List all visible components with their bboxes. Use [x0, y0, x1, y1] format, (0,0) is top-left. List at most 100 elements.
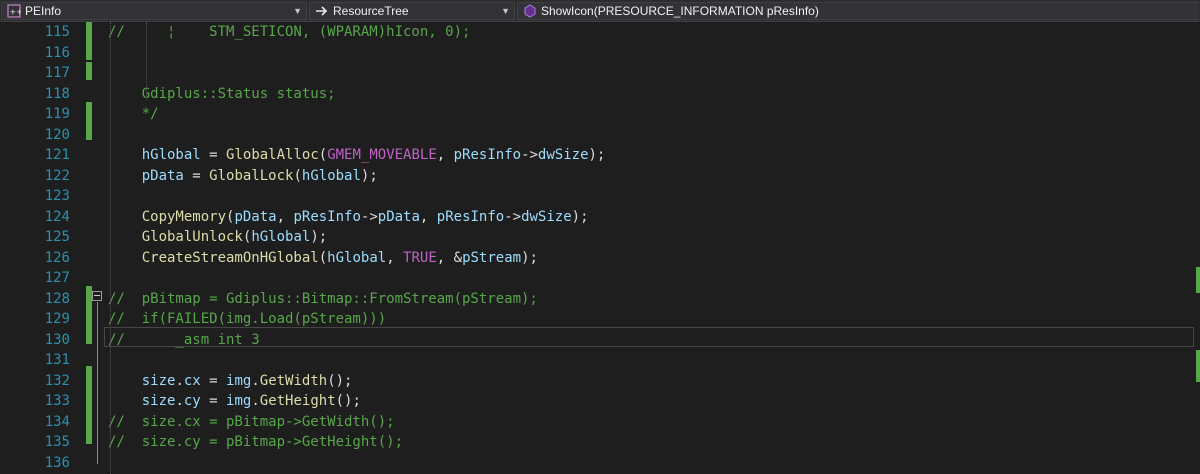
code-token: pData: [141, 168, 184, 184]
code-token: Gdiplus::Status status;: [108, 86, 336, 102]
scope-name: ResourceTree: [333, 4, 409, 18]
line-number: 124: [44, 209, 70, 225]
code-token: img: [226, 373, 252, 389]
code-line[interactable]: GlobalUnlock(hGlobal);: [108, 227, 327, 247]
code-line[interactable]: // size.cy = pBitmap->GetHeight();: [108, 432, 403, 452]
code-token: img: [226, 393, 252, 409]
code-token: (: [293, 168, 302, 184]
change-bar: [86, 62, 92, 80]
member-dropdown[interactable]: ShowIcon(PRESOURCE_INFORMATION pResInfo): [517, 2, 1199, 20]
chevron-down-icon: ▼: [293, 6, 302, 16]
code-token: ,: [419, 209, 437, 225]
code-token: cy: [183, 393, 201, 409]
code-token: GMEM_MOVEABLE: [327, 147, 437, 163]
code-token: // ¦ STM_SETICON, (WPARAM)hIcon, 0);: [108, 24, 471, 40]
code-token: TRUE: [403, 250, 437, 266]
code-token: pResInfo: [293, 209, 361, 225]
code-token: );: [588, 147, 606, 163]
line-number: 128: [44, 291, 70, 307]
code-token: =: [200, 373, 227, 389]
code-line[interactable]: // if(FAILED(img.Load(pStream))): [108, 309, 386, 329]
line-number: 136: [44, 455, 70, 471]
code-token: GlobalAlloc: [226, 147, 319, 163]
project-dropdown[interactable]: ++ PEInfo ▼: [1, 2, 307, 20]
code-editor[interactable]: 115 116 117 118 119 120 121 122 123 124 125 126 127 1…: [0, 22, 1200, 474]
svg-text:++: ++: [10, 8, 22, 17]
project-name: PEInfo: [25, 4, 62, 18]
code-token: GlobalLock: [209, 168, 294, 184]
code-line[interactable]: CopyMemory(pData, pResInfo->pData, pResI…: [108, 207, 589, 227]
line-number: 116: [44, 45, 70, 61]
code-token: ->: [360, 209, 378, 225]
current-line-highlight: [104, 327, 1194, 347]
line-number: 133: [44, 393, 70, 409]
code-token: );: [571, 209, 589, 225]
change-bar: [86, 366, 92, 444]
code-line[interactable]: CreateStreamOnHGlobal(hGlobal, TRUE, &pS…: [108, 248, 538, 268]
code-token: hGlobal: [141, 147, 201, 163]
line-number: 135: [44, 434, 70, 450]
scrollbar-change-mark: [1196, 267, 1200, 293]
code-token: GlobalUnlock: [141, 229, 243, 245]
code-token: (: [318, 147, 328, 163]
code-line[interactable]: // size.cx = pBitmap->GetWidth();: [108, 412, 395, 432]
line-number: 130: [44, 332, 70, 348]
code-token: pResInfo: [436, 209, 505, 225]
outline-line: [97, 302, 98, 464]
code-line[interactable]: hGlobal = GlobalAlloc(GMEM_MOVEABLE, pRe…: [108, 145, 606, 165]
code-token: ,: [436, 147, 454, 163]
code-token: .: [175, 393, 184, 409]
code-token: =: [200, 393, 227, 409]
line-number: 123: [44, 188, 70, 204]
code-token: .: [251, 373, 260, 389]
navigation-bar: ++ PEInfo ▼ ResourceTree ▼ ShowIcon(PRES…: [0, 0, 1200, 22]
code-token: size: [141, 373, 176, 389]
code-token: // pBitmap = Gdiplus::Bitmap::FromStream…: [108, 291, 538, 307]
code-line[interactable]: pData = GlobalLock(hGlobal);: [108, 166, 378, 186]
code-token: pStream: [462, 250, 522, 266]
scope-dropdown[interactable]: ResourceTree ▼: [309, 2, 515, 20]
code-line[interactable]: // ¦ STM_SETICON, (WPARAM)hIcon, 0);: [108, 22, 470, 42]
code-token: ();: [335, 393, 361, 409]
code-token: ->: [521, 147, 538, 163]
line-number: 134: [44, 414, 70, 430]
code-line[interactable]: size.cy = img.GetHeight();: [108, 391, 361, 411]
indent-guide: [110, 22, 111, 474]
code-line[interactable]: size.cx = img.GetWidth();: [108, 371, 353, 391]
line-number: 119: [44, 106, 70, 122]
code-token: pResInfo: [453, 147, 522, 163]
code-token: );: [360, 168, 378, 184]
code-token: =: [183, 168, 210, 184]
code-line[interactable]: */: [108, 104, 159, 124]
code-token: pData: [377, 209, 420, 225]
code-token: dwSize: [537, 147, 589, 163]
code-token: ,: [386, 250, 404, 266]
line-number: 131: [44, 352, 70, 368]
code-token: =: [200, 147, 227, 163]
code-line[interactable]: Gdiplus::Status status;: [108, 84, 336, 104]
line-number: 125: [44, 229, 70, 245]
code-token: size: [141, 393, 176, 409]
method-icon: [524, 4, 536, 18]
code-token: */: [108, 106, 159, 122]
member-name: ShowIcon(PRESOURCE_INFORMATION pResInfo): [541, 4, 819, 18]
code-line[interactable]: // pBitmap = Gdiplus::Bitmap::FromStream…: [108, 289, 538, 309]
code-token: ->: [504, 209, 522, 225]
code-token: hGlobal: [327, 250, 387, 266]
line-number: 132: [44, 373, 70, 389]
code-token: , &: [436, 250, 463, 266]
code-token: pData: [234, 209, 277, 225]
line-number: 122: [44, 168, 70, 184]
code-token: CreateStreamOnHGlobal: [141, 250, 319, 266]
collapse-toggle-icon[interactable]: [92, 291, 102, 301]
code-token: .: [175, 373, 184, 389]
line-number: 126: [44, 250, 70, 266]
code-token: hGlobal: [251, 229, 311, 245]
line-number: 121: [44, 147, 70, 163]
line-number: 129: [44, 311, 70, 327]
chevron-down-icon: ▼: [501, 6, 510, 16]
code-token: cx: [183, 373, 201, 389]
